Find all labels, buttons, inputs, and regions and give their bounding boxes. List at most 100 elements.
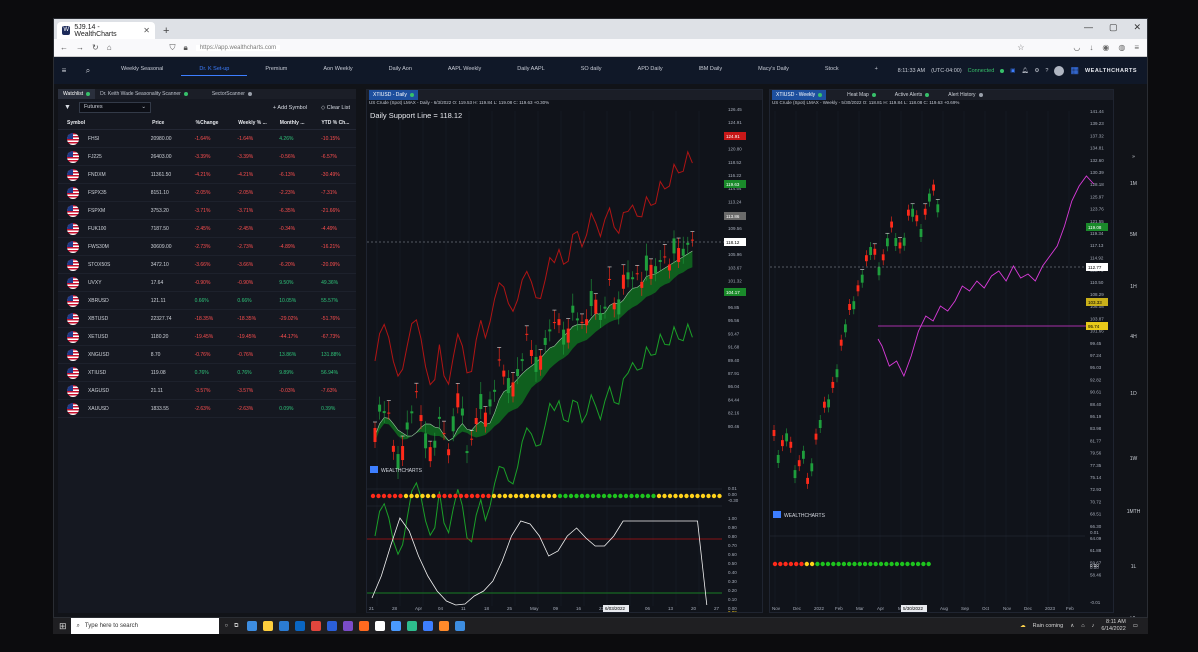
browser-tab[interactable]: W 5J9.14 - WealthCharts ✕ bbox=[57, 22, 155, 39]
table-row[interactable]: XBRUSD 121.11 0.66% 0.66% 10.05% 55.57% bbox=[58, 292, 356, 310]
app-tab[interactable]: Daily AAPL bbox=[499, 66, 563, 76]
task-view-icon[interactable]: ⧉ bbox=[234, 623, 238, 630]
tray-chevron-icon[interactable]: ∧ bbox=[1070, 623, 1074, 629]
app-tab[interactable]: Premium bbox=[247, 66, 305, 76]
tab-sector-scanner[interactable]: SectorScanner bbox=[207, 89, 257, 99]
weekly-chart-canvas[interactable]: 141.44139.23137.32134.81132.60130.39128.… bbox=[770, 106, 1113, 612]
daily-chart-canvas[interactable]: Daily Support Line = 118.12 126.45 124.91 1… bbox=[367, 106, 762, 612]
taskbar-app-icon[interactable] bbox=[359, 621, 370, 631]
taskbar-app-icon[interactable] bbox=[279, 621, 290, 631]
close-window-icon[interactable]: ✕ bbox=[1133, 22, 1141, 33]
reload-icon[interactable]: ↻ bbox=[92, 43, 99, 52]
profile-icon[interactable]: ◍ bbox=[1118, 43, 1125, 52]
timeframe-option[interactable]: 1W bbox=[1120, 456, 1147, 462]
filter-icon[interactable]: ▼ bbox=[64, 104, 71, 111]
table-row[interactable]: UVXY 17.64 -0.90% -0.90% 9.50% 49.36% bbox=[58, 274, 356, 292]
app-tab[interactable]: Daily Aon bbox=[371, 66, 430, 76]
table-row[interactable]: XTIUSD 119.08 0.76% 0.76% 9.89% 56.94% bbox=[58, 364, 356, 382]
table-row[interactable]: XAGUSD 21.11 -3.57% -3.57% -0.03% -7.63% bbox=[58, 382, 356, 400]
watchlist-select[interactable]: Futures ⌄ bbox=[78, 102, 151, 113]
forward-icon[interactable]: → bbox=[76, 43, 84, 52]
table-row[interactable]: FUK100 7187.50 -2.45% -2.45% -0.34% -4.49% bbox=[58, 220, 356, 238]
taskbar-app-icon[interactable] bbox=[263, 621, 274, 631]
table-row[interactable]: XBTUSD 22327.74 -18.35% -18.35% -29.02% -51.7… bbox=[58, 310, 356, 328]
timeframe-option[interactable]: 1M bbox=[1120, 181, 1147, 187]
app-tab[interactable]: Weekly Seasonal bbox=[103, 66, 181, 76]
back-icon[interactable]: ← bbox=[60, 43, 68, 52]
home-icon[interactable]: ⌂ bbox=[107, 43, 112, 52]
new-tab-button[interactable]: + bbox=[163, 25, 169, 37]
taskbar-app-icon[interactable] bbox=[439, 621, 450, 631]
taskbar-app-icon[interactable] bbox=[311, 621, 322, 631]
windows-start-icon[interactable]: ⊞ bbox=[59, 621, 67, 632]
weekly-chart-panel[interactable]: XTIUSD - Weekly Heat Map Active Alerts A… bbox=[769, 89, 1114, 613]
add-tab-button[interactable]: + bbox=[857, 66, 896, 76]
settings-gear-icon[interactable]: ⚙ bbox=[1034, 68, 1039, 74]
timeframe-option[interactable]: 1H bbox=[1120, 284, 1147, 290]
col-symbol[interactable]: Symbol bbox=[67, 120, 152, 126]
tab-watchlist[interactable]: Watchlist bbox=[58, 89, 96, 99]
col-change[interactable]: %Change bbox=[196, 120, 239, 126]
col-monthly[interactable]: Monthly ... bbox=[280, 120, 322, 126]
tab-seasonality-scanner[interactable]: Dr. Keith Wade Seasonality Scanner bbox=[95, 89, 193, 99]
table-row[interactable]: FWS30M 30609.00 -2.73% -2.73% -4.89% -16.21% bbox=[58, 238, 356, 256]
daily-chart-panel[interactable]: XTIUSD - Daily US Crude (Spot) LMAX - Da… bbox=[366, 89, 763, 613]
weather-text[interactable]: Rain coming bbox=[1033, 623, 1064, 629]
app-tab[interactable]: IBM Daily bbox=[681, 66, 741, 76]
cortana-icon[interactable]: ○ bbox=[225, 623, 229, 629]
app-tab[interactable]: APD Daily bbox=[620, 66, 681, 76]
close-tab-icon[interactable]: ✕ bbox=[143, 26, 150, 35]
bell-icon[interactable]: 🔔︎ bbox=[1021, 68, 1028, 74]
download-icon[interactable]: ↓ bbox=[1089, 43, 1093, 52]
table-row[interactable]: FHSI 20980.00 -1.64% -1.64% 4.26% -10.15% bbox=[58, 130, 356, 148]
table-row[interactable]: FNDXM 11361.50 -4.21% -4.21% -6.13% -30.49% bbox=[58, 166, 356, 184]
help-icon[interactable]: ? bbox=[1045, 68, 1048, 74]
table-row[interactable]: XAUUSD 1833.55 -2.63% -2.63% 0.09% 0.39% bbox=[58, 400, 356, 418]
taskbar-app-icon[interactable] bbox=[423, 621, 434, 631]
taskbar-app-icon[interactable] bbox=[247, 621, 258, 631]
taskbar-app-icon[interactable] bbox=[407, 621, 418, 631]
minimize-icon[interactable]: — bbox=[1084, 22, 1093, 33]
tab-active-alerts[interactable]: Active Alerts bbox=[891, 90, 934, 100]
shield-icon[interactable]: ⛉ bbox=[170, 43, 176, 53]
table-row[interactable]: FJ225 26403.00 -3.39% -3.39% -0.56% -6.57% bbox=[58, 148, 356, 166]
table-row[interactable]: XNGUSD 8.70 -0.76% -0.76% 13.86% 131.88% bbox=[58, 346, 356, 364]
add-symbol-button[interactable]: + Add Symbol bbox=[273, 105, 307, 111]
notification-icon[interactable]: ▭ bbox=[1133, 623, 1138, 629]
taskbar-date[interactable]: 6/14/2022 bbox=[1101, 626, 1125, 633]
taskbar-app-icon[interactable] bbox=[375, 621, 386, 631]
app-tab[interactable]: Aon Weekly bbox=[305, 66, 370, 76]
col-price[interactable]: Price bbox=[152, 120, 196, 126]
taskbar-time[interactable]: 8:11 AM bbox=[1101, 619, 1126, 626]
app-tab[interactable]: Macy's Daily bbox=[740, 66, 807, 76]
timeframe-option[interactable]: 1D bbox=[1120, 391, 1147, 397]
table-row[interactable]: XETUSD 1180.20 -19.45% -19.45% -44.17% -67.73… bbox=[58, 328, 356, 346]
tab-weekly-chart[interactable]: XTIUSD - Weekly bbox=[772, 90, 827, 100]
timeframe-option[interactable]: 1L bbox=[1120, 564, 1147, 570]
volume-icon[interactable]: ♪ bbox=[1092, 623, 1095, 629]
table-row[interactable]: FSPX35 8151.10 -2.05% -2.05% -2.23% -7.31% bbox=[58, 184, 356, 202]
search-icon[interactable]: ⌕ bbox=[81, 66, 95, 76]
timeframe-option[interactable]: 1MTH bbox=[1120, 509, 1147, 515]
tab-heat-map[interactable]: Heat Map bbox=[843, 90, 880, 100]
app-tab-active[interactable]: Dr. K Set-up bbox=[181, 66, 248, 76]
app-tab[interactable]: SO daily bbox=[563, 66, 620, 76]
maximize-icon[interactable]: ▢ bbox=[1109, 22, 1118, 33]
tab-daily-chart[interactable]: XTIUSD - Daily bbox=[369, 90, 418, 100]
taskbar-app-icon[interactable] bbox=[295, 621, 306, 631]
app-tab[interactable]: Stock bbox=[807, 66, 857, 76]
taskbar-app-icon[interactable] bbox=[455, 621, 466, 631]
menu-icon[interactable]: ≡ bbox=[1134, 43, 1139, 52]
col-weekly[interactable]: Weekly % ... bbox=[238, 120, 280, 126]
collapse-sidebar-icon[interactable]: » bbox=[1120, 154, 1147, 160]
save-icon[interactable]: ▣ bbox=[1010, 68, 1015, 74]
table-row[interactable]: STOX50S 3472.10 -3.66% -3.66% -6.20% -20.09% bbox=[58, 256, 356, 274]
timeframe-option[interactable]: 5M bbox=[1120, 232, 1147, 238]
url-input[interactable]: https://app.wealthcharts.com bbox=[195, 44, 281, 51]
taskbar-app-icon[interactable] bbox=[327, 621, 338, 631]
extension-icon[interactable]: ◉ bbox=[1102, 43, 1109, 52]
timeframe-option[interactable]: 4H bbox=[1120, 334, 1147, 340]
taskbar-app-icon[interactable] bbox=[343, 621, 354, 631]
taskbar-app-icon[interactable] bbox=[391, 621, 402, 631]
pocket-icon[interactable]: ◡ bbox=[1073, 43, 1080, 52]
